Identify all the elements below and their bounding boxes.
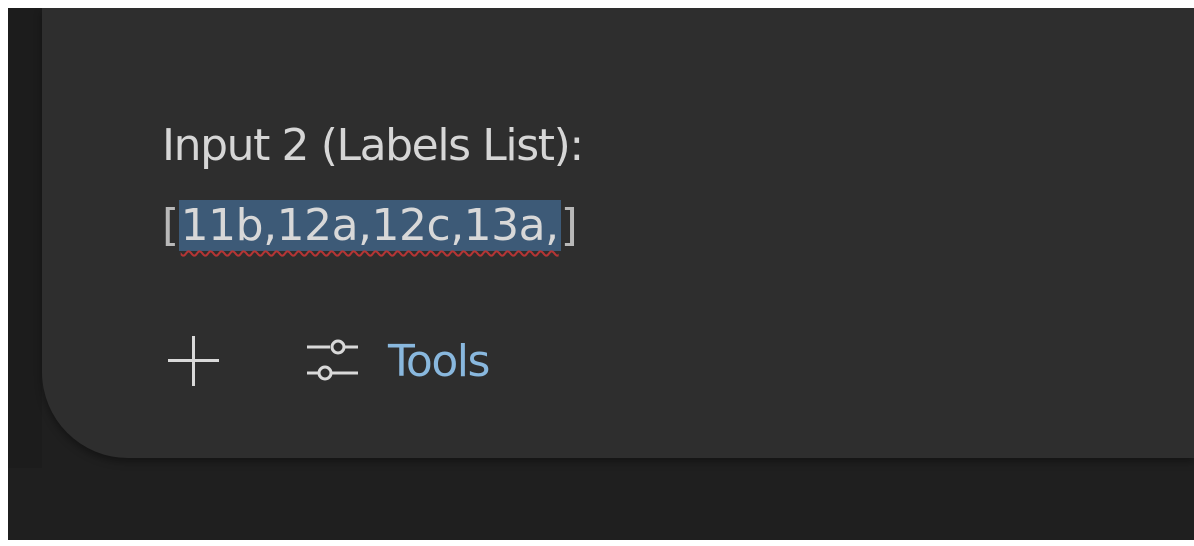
close-bracket: ] (560, 200, 578, 251)
chat-screen: Input 2 (Labels List): [11b,12a,12c,13a,… (8, 8, 1194, 540)
tools-button[interactable]: Tools (300, 326, 490, 396)
left-edge (8, 8, 42, 468)
selected-text[interactable]: 11b,12a,12c,13a, (178, 200, 561, 251)
message-composer[interactable]: Input 2 (Labels List): [11b,12a,12c,13a,… (42, 8, 1194, 458)
sliders-icon (307, 339, 358, 381)
input-label-text: Input 2 (Labels List): (162, 120, 584, 171)
composer-text-line[interactable]: [11b,12a,12c,13a,] (162, 182, 578, 270)
tools-label: Tools (388, 335, 490, 387)
add-button[interactable] (162, 330, 224, 392)
open-bracket: [ (162, 200, 179, 251)
